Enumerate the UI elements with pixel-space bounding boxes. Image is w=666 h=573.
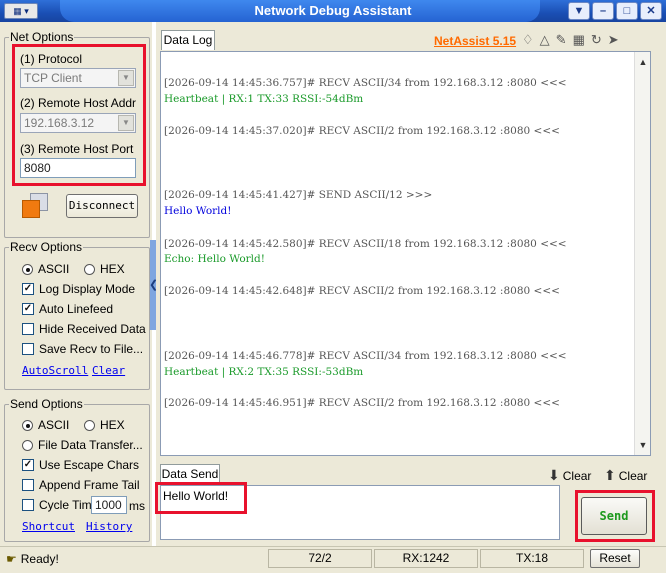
auto-linefeed-label: Auto Linefeed [39,302,114,316]
checkbox-icon [22,323,34,335]
radio-icon [22,439,33,451]
auto-linefeed-checkbox[interactable]: ✓ Auto Linefeed [22,302,113,316]
log-meta: [2026-09-14 14:45:36.757]# RECV ASCII/34… [164,77,567,89]
send-ascii-radio[interactable]: ASCII [22,418,69,432]
highlight-box-send-input [155,482,247,514]
log-text: Hello World! [164,205,232,217]
status-rx: RX:1242 [374,549,478,568]
close-button[interactable]: ✕ [640,2,662,20]
checkmark-icon: ✓ [22,459,34,471]
radio-icon [84,419,95,431]
log-meta: [2026-09-14 14:45:42.648]# RECV ASCII/2 … [164,285,560,297]
status-bar: ☛ Ready! 72/2 RX:1242 TX:18 Reset [0,546,666,573]
radio-selected-icon [22,263,33,275]
save-recv-label: Save Recv to File... [39,342,144,356]
log-toolbar: ♢ △ ✎ ▦ ↻ ➤ [522,32,619,48]
hand-icon: ☛ [6,552,17,566]
connection-status-icon [20,192,50,220]
cycle-time-label: Cycle Time [39,498,99,512]
net-options-legend: Net Options [10,30,74,44]
cycle-time-input[interactable]: 1000 [91,496,127,514]
log-display-checkbox[interactable]: ✓ Log Display Mode [22,282,135,296]
highlight-box-net-options [12,44,146,186]
clear-history-button[interactable]: ⬆ Clear [604,467,647,484]
history-link[interactable]: History [86,520,132,533]
shortcut-link[interactable]: Shortcut [22,520,75,533]
log-meta: [2026-09-14 14:45:42.580]# RECV ASCII/18… [164,238,567,250]
clear-send-label: Clear [562,468,592,483]
window-controls: ▼ – □ ✕ [568,2,662,20]
hide-received-checkbox[interactable]: Hide Received Data [22,322,146,336]
recv-hex-radio[interactable]: HEX [84,262,125,276]
checkbox-icon [22,499,34,511]
file-data-radio[interactable]: File Data Transfer... [22,438,143,452]
clear-send-button[interactable]: ⬇ Clear [548,467,591,484]
minimize-button[interactable]: – [592,2,614,20]
recv-ascii-radio[interactable]: ASCII [22,262,69,276]
save-recv-checkbox[interactable]: Save Recv to File... [22,342,143,356]
edit-icon[interactable]: ✎ [556,32,567,48]
log-text: Heartbeat | RX:2 TX:35 RSSI:-53dBm [164,366,364,378]
highlight-box-send-button [575,490,655,542]
maximize-button[interactable]: □ [616,2,638,20]
recv-ascii-label: ASCII [38,262,70,276]
log-text: Echo: Hello World! [164,253,265,265]
title-bar: ▦ ▾ Network Debug Assistant ▼ – □ ✕ [0,0,666,22]
send-hex-radio[interactable]: HEX [84,418,125,432]
hide-received-label: Hide Received Data [39,322,146,336]
chevron-down-icon[interactable]: ▼ [635,437,651,453]
disconnect-button[interactable]: Disconnect [66,194,138,218]
recv-hex-label: HEX [100,262,125,276]
escape-chars-checkbox[interactable]: ✓ Use Escape Chars [22,458,139,472]
status-ready: ☛ Ready! [6,552,59,566]
send-options-legend: Send Options [10,397,83,411]
radio-icon [84,263,95,275]
tab-data-log[interactable]: Data Log [161,30,215,50]
recv-options-legend: Recv Options [10,240,83,254]
arrow-down-icon: ⬇ [548,467,560,483]
send-hex-label: HEX [100,418,125,432]
cycle-time-checkbox[interactable]: Cycle Time [22,498,98,512]
refresh-icon[interactable]: ↻ [591,32,602,48]
append-frame-checkbox[interactable]: Append Frame Tail [22,478,140,492]
chevron-up-icon[interactable]: ▲ [635,54,651,70]
calculator-icon[interactable]: ▦ [573,32,585,48]
status-tx: TX:18 [480,549,584,568]
clear-history-label: Clear [618,468,648,483]
ready-text: Ready! [20,552,59,566]
arrow-up-icon: ⬆ [604,467,616,483]
radio-selected-icon [22,419,33,431]
status-count: 72/2 [268,549,372,568]
cycle-unit: ms [129,499,145,513]
tab-data-send[interactable]: Data Send [160,464,220,484]
log-meta: [2026-09-14 14:45:41.427]# SEND ASCII/12… [164,189,433,201]
checkmark-icon: ✓ [22,283,34,295]
autoscroll-link[interactable]: AutoScroll [22,364,88,377]
data-log-area[interactable]: [2026-09-14 14:45:36.757]# RECV ASCII/34… [160,51,651,456]
pin-icon[interactable]: ▼ [568,2,590,20]
checkbox-icon [22,479,34,491]
log-display-label: Log Display Mode [39,282,136,296]
diamond-icon[interactable]: ♢ [522,32,534,48]
log-meta: [2026-09-14 14:45:46.951]# RECV ASCII/2 … [164,397,560,409]
escape-chars-label: Use Escape Chars [39,458,140,472]
next-icon[interactable]: ➤ [608,32,619,48]
log-meta: [2026-09-14 14:45:46.778]# RECV ASCII/34… [164,350,567,362]
window-title: Network Debug Assistant [254,3,412,18]
file-data-label: File Data Transfer... [38,438,143,452]
send-ascii-label: ASCII [38,418,70,432]
log-scrollbar[interactable]: ▲ ▼ [634,52,650,455]
append-frame-label: Append Frame Tail [39,478,140,492]
checkbox-icon [22,343,34,355]
reset-button[interactable]: Reset [590,549,640,568]
log-meta: [2026-09-14 14:45:37.020]# RECV ASCII/2 … [164,125,560,137]
log-text: Heartbeat | RX:1 TX:33 RSSI:-54dBm [164,93,364,105]
recv-clear-link[interactable]: Clear [92,364,125,377]
checkmark-icon: ✓ [22,303,34,315]
bell-icon[interactable]: △ [540,32,550,48]
brand-link[interactable]: NetAssist 5.15 [434,34,516,48]
